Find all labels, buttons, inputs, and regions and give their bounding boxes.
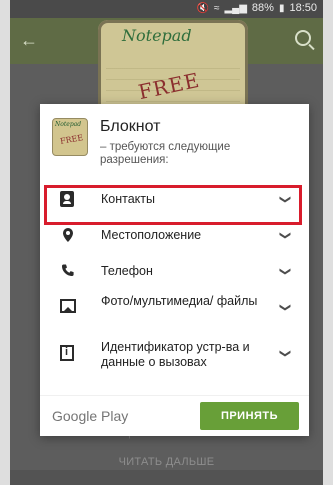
contacts-highlight-box [44, 185, 302, 225]
media-icon [60, 299, 76, 315]
app-icon-free-label: FREE [59, 133, 84, 146]
accept-button[interactable]: ПРИНЯТЬ [200, 402, 299, 430]
permission-item-media[interactable]: Фото/мультимедиа/ файлы ❯ [40, 290, 309, 336]
chevron-down-icon[interactable]: ❯ [279, 267, 292, 276]
signal-icon: ▂▄▆ [224, 2, 247, 14]
background-app-bar: ← Notepad FREE [10, 18, 323, 128]
permission-label: Фото/мультимедиа/ файлы [101, 294, 258, 308]
wifi-icon: ≈ [213, 2, 220, 14]
phone-frame: 🔇 ≈ ▂▄▆ 88% ▮ 18:50 ← Notepad FREE Прост… [0, 0, 333, 485]
battery-percent: 88% [251, 2, 274, 14]
permission-label: Идентификатор устр-ва и данные о вызовах [101, 340, 250, 369]
dialog-footer: Google Play ПРИНЯТЬ [40, 395, 309, 436]
status-icons: 🔇 ≈ ▂▄▆ 88% ▮ 18:50 [197, 2, 318, 14]
chevron-down-icon[interactable]: ❯ [279, 303, 292, 312]
battery-icon: ▮ [278, 2, 285, 14]
app-name: Блокнот [100, 118, 161, 135]
status-time: 18:50 [289, 2, 317, 14]
chevron-down-icon[interactable]: ❯ [279, 349, 292, 358]
notepad-title: Notepad [122, 26, 192, 45]
phone-icon [60, 263, 76, 279]
permissions-dialog: Notepad FREE Блокнот – требуются следующ… [40, 104, 309, 436]
chevron-down-icon[interactable]: ❯ [279, 231, 292, 240]
bottom-strip [10, 470, 323, 485]
mute-icon: 🔇 [196, 2, 209, 14]
app-subtitle: – требуются следующие разрешения: [100, 141, 231, 166]
location-icon [60, 227, 76, 243]
read-more-link[interactable]: ЧИТАТЬ ДАЛЬШЕ [10, 456, 323, 468]
screen: 🔇 ≈ ▂▄▆ 88% ▮ 18:50 ← Notepad FREE Прост… [10, 0, 323, 485]
search-icon[interactable] [295, 30, 311, 46]
permission-item-device-id[interactable]: Идентификатор устр-ва и данные о вызовах… [40, 336, 309, 382]
back-arrow-icon[interactable]: ← [20, 30, 38, 51]
app-icon-title: Notepad [55, 121, 82, 128]
permission-item-phone[interactable]: Телефон ❯ [40, 254, 309, 290]
permission-label: Телефон [101, 264, 153, 278]
google-play-logo: Google Play [52, 408, 129, 424]
device-id-icon [60, 345, 76, 361]
status-bar: 🔇 ≈ ▂▄▆ 88% ▮ 18:50 [10, 0, 323, 18]
permission-label: Местоположение [101, 228, 202, 242]
app-icon: Notepad FREE [52, 118, 88, 156]
